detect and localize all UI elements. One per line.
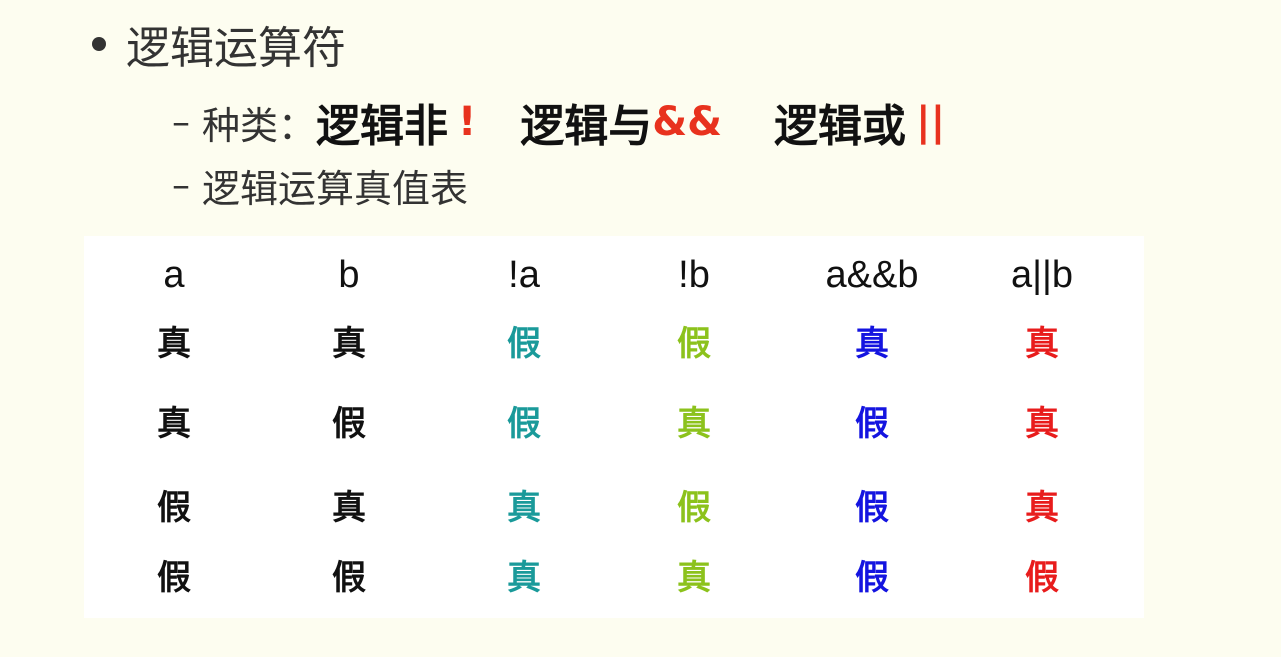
table-cell: 真 bbox=[1025, 324, 1059, 364]
logical-or-label: 逻辑或 bbox=[774, 101, 907, 152]
table-cell: 假 bbox=[332, 404, 366, 444]
table-cell: 假 bbox=[507, 324, 541, 364]
table-cell: 假 bbox=[855, 558, 889, 598]
table-cell: 真 bbox=[1025, 488, 1059, 528]
table-cell: 真 bbox=[677, 404, 711, 444]
bullet-dot-icon bbox=[92, 37, 106, 51]
table-cell: 真 bbox=[855, 324, 889, 364]
table-cell: 假 bbox=[332, 558, 366, 598]
logical-or-operator: || bbox=[916, 99, 946, 145]
table-cell: 假 bbox=[507, 404, 541, 444]
bullet-title: 逻辑运算符 bbox=[126, 23, 346, 74]
table-cell: 真 bbox=[507, 488, 541, 528]
truth-table: a b !a !b a&&b a||b 真真假假真真真假假真假真假真真假假真假假真真假假 bbox=[84, 236, 1144, 618]
table-cell: 假 bbox=[677, 488, 711, 528]
logical-not-label: 逻辑非 bbox=[316, 101, 449, 152]
table-header-cell: !a bbox=[508, 254, 540, 296]
operator-kinds-row: – 种类： 逻辑非 ! 逻辑与 && 逻辑或 || bbox=[172, 90, 945, 154]
table-cell: 真 bbox=[332, 324, 366, 364]
table-cell: 假 bbox=[157, 558, 191, 598]
logical-and-operator: && bbox=[652, 99, 723, 145]
dash-marker: – bbox=[172, 101, 190, 143]
table-header-cell: a bbox=[163, 254, 185, 296]
table-header-cell: !b bbox=[678, 254, 710, 296]
table-header-cell: a||b bbox=[1010, 254, 1074, 296]
dash-marker: – bbox=[172, 165, 190, 206]
table-cell: 假 bbox=[677, 324, 711, 364]
table-cell: 真 bbox=[157, 404, 191, 444]
table-cell: 真 bbox=[1025, 404, 1059, 444]
table-header-cell: b bbox=[338, 254, 360, 296]
table-cell: 假 bbox=[1025, 558, 1059, 598]
table-cell: 假 bbox=[855, 488, 889, 528]
table-header-cell: a&&b bbox=[825, 254, 919, 296]
bullet-row: 逻辑运算符 bbox=[92, 12, 346, 76]
table-cell: 真 bbox=[332, 488, 366, 528]
table-cell: 假 bbox=[855, 404, 889, 444]
logical-not-operator: ! bbox=[458, 99, 477, 145]
table-cell: 真 bbox=[677, 558, 711, 598]
logical-and-label: 逻辑与 bbox=[520, 101, 653, 152]
table-cell: 真 bbox=[507, 558, 541, 598]
table-cell: 假 bbox=[157, 488, 191, 528]
truth-table-heading-row: – 逻辑运算真值表 bbox=[172, 158, 468, 213]
truth-table-heading: 逻辑运算真值表 bbox=[202, 167, 469, 211]
kinds-label: 种类： bbox=[202, 103, 317, 148]
table-cell: 真 bbox=[157, 324, 191, 364]
